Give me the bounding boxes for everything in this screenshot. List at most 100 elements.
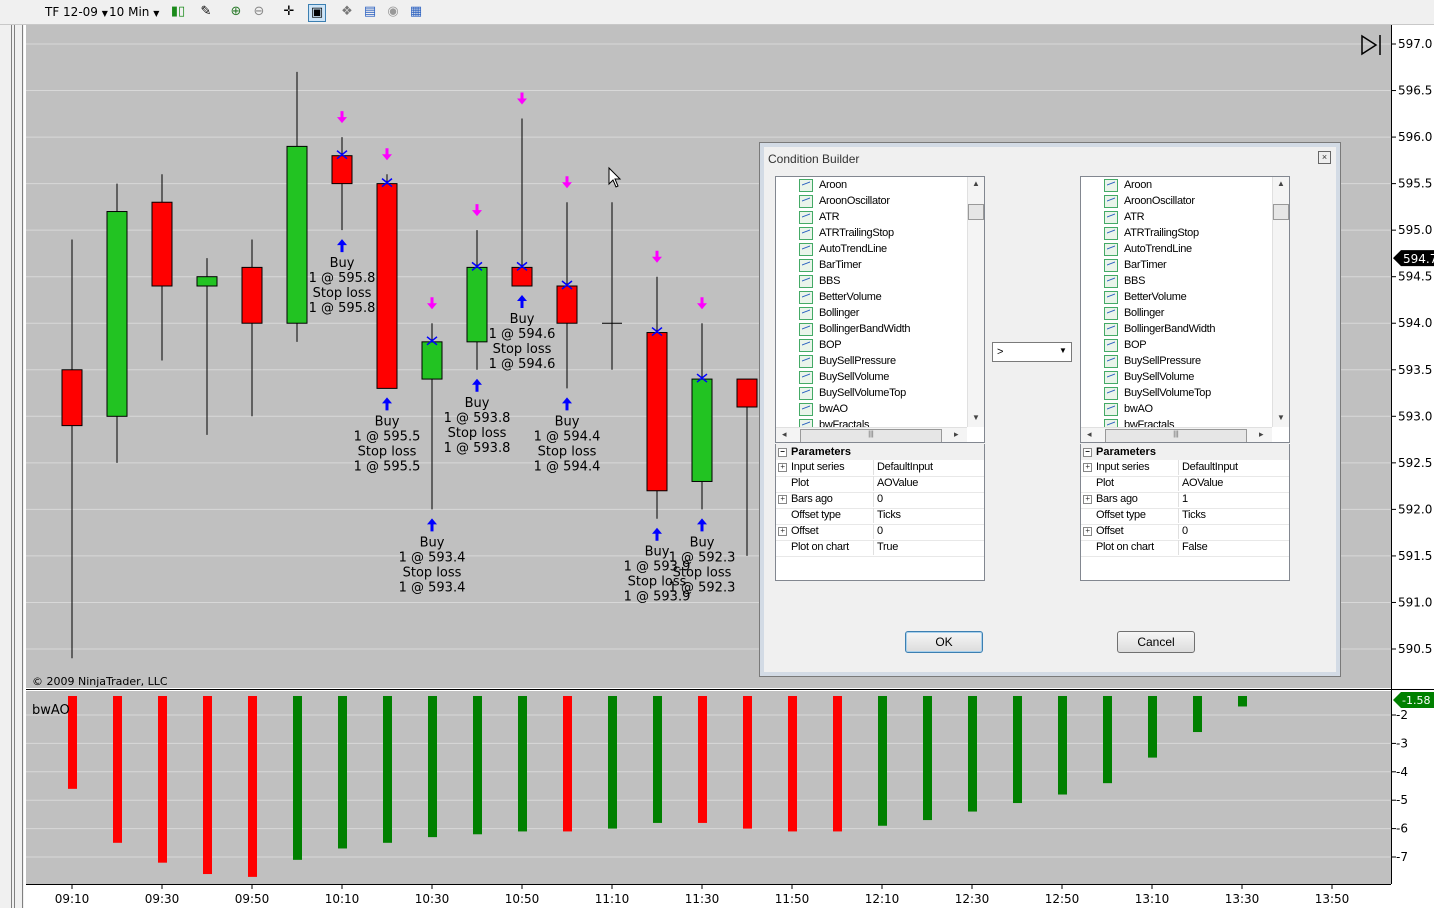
instrument-selector[interactable]: TF 12-09 ▼	[45, 3, 108, 21]
indicator-list-item[interactable]: BollingerBandWidth	[799, 321, 911, 337]
parameter-row[interactable]: + Offset 0	[776, 524, 984, 541]
properties-icon[interactable]: ◉	[385, 4, 401, 20]
collapse-icon[interactable]: −	[778, 448, 787, 457]
right-list-hscrollbar[interactable]: ◂ ||| ▸	[1081, 427, 1272, 442]
parameter-value[interactable]: True	[873, 540, 985, 555]
window-icon[interactable]: ▦	[408, 4, 424, 20]
expand-icon[interactable]: +	[1083, 495, 1092, 504]
indicator-list-item[interactable]: AutoTrendLine	[799, 241, 887, 257]
indicator-list-item[interactable]: BollingerBandWidth	[1104, 321, 1216, 337]
expand-icon[interactable]: +	[778, 527, 787, 536]
indicator-list-item[interactable]: BarTimer	[1104, 257, 1167, 273]
left-list-vscrollbar[interactable]: ▲ ▼	[967, 177, 984, 427]
parameter-row[interactable]: + Input series DefaultInput	[1081, 460, 1289, 477]
parameter-row[interactable]: + Offset 0	[1081, 524, 1289, 541]
parameter-value[interactable]: Ticks	[873, 508, 985, 523]
indicator-list-item[interactable]: BOP	[1104, 337, 1147, 353]
parameter-value[interactable]: 0	[873, 492, 985, 507]
indicator-list-item[interactable]: BuySellPressure	[799, 353, 896, 369]
parameters-header[interactable]: − Parameters	[1081, 444, 1289, 460]
right-list-vscrollbar[interactable]: ▲ ▼	[1272, 177, 1289, 427]
collapse-icon[interactable]: −	[1083, 448, 1092, 457]
parameter-row[interactable]: + Bars ago 1	[1081, 492, 1289, 509]
expand-icon[interactable]: +	[778, 495, 787, 504]
indicator-list-item[interactable]: BuySellVolumeTop	[1104, 385, 1211, 401]
scroll-up-icon[interactable]: ▲	[972, 179, 980, 188]
parameter-value[interactable]: Ticks	[1178, 508, 1290, 523]
right-indicator-list[interactable]: bwFractals bwAO BuySellVolumeTop BuySellVol…	[1080, 176, 1290, 443]
expand-icon[interactable]: +	[1083, 463, 1092, 472]
expand-icon[interactable]: +	[1083, 527, 1092, 536]
parameter-value[interactable]: DefaultInput	[1178, 460, 1290, 475]
parameter-value[interactable]: 1	[1178, 492, 1290, 507]
left-list-hscrollbar[interactable]: ◂ ||| ▸	[776, 427, 967, 442]
indicator-list-item[interactable]: BetterVolume	[799, 289, 882, 305]
draw-tool-icon[interactable]: ✎	[198, 4, 214, 20]
left-indicator-list[interactable]: bwFractals bwAO BuySellVolumeTop BuySellVol…	[775, 176, 985, 443]
scroll-left-icon[interactable]: ◂	[1087, 429, 1092, 440]
strategy-icon[interactable]: ❖	[339, 4, 355, 20]
indicator-list-item[interactable]: AutoTrendLine	[1104, 241, 1192, 257]
interval-selector[interactable]: 10 Min ▼	[109, 3, 159, 21]
parameter-row[interactable]: + Bars ago 0	[776, 492, 984, 509]
parameter-value[interactable]: 0	[873, 524, 985, 539]
indicator-list-item[interactable]: BuySellPressure	[1104, 353, 1201, 369]
parameter-row[interactable]: Offset type Ticks	[776, 508, 984, 525]
right-parameters-grid[interactable]: − Parameters + Input series DefaultInput Plo…	[1080, 444, 1290, 581]
zoom-in-icon[interactable]: ⊕	[228, 4, 244, 20]
parameter-value[interactable]: AOValue	[873, 476, 985, 491]
parameter-value[interactable]: AOValue	[1178, 476, 1290, 491]
data-box-icon[interactable]: ▣	[308, 4, 326, 22]
parameter-row[interactable]: Plot on chart True	[776, 540, 984, 557]
operator-select[interactable]: > ▼	[992, 342, 1072, 362]
indicator-list-item[interactable]: BetterVolume	[1104, 289, 1187, 305]
indicator-list-item[interactable]: BBS	[799, 273, 840, 289]
left-parameters-grid[interactable]: − Parameters + Input series DefaultInput Plo…	[775, 444, 985, 581]
parameter-value[interactable]: 0	[1178, 524, 1290, 539]
scroll-down-icon[interactable]: ▼	[1277, 413, 1285, 422]
indicator-list-item[interactable]: BuySellVolume	[1104, 369, 1194, 385]
indicator-list-item[interactable]: BBS	[1104, 273, 1145, 289]
indicator-list-item[interactable]: Bollinger	[1104, 305, 1164, 321]
candlestick-style-icon[interactable]: ▮▯	[170, 4, 186, 20]
indicator-list-item[interactable]: bwAO	[799, 401, 848, 417]
parameter-row[interactable]: Offset type Ticks	[1081, 508, 1289, 525]
crosshair-icon[interactable]: ✛	[281, 4, 297, 20]
indicator-list-item[interactable]: Aroon	[799, 177, 847, 193]
indicator-list-item[interactable]: Aroon	[1104, 177, 1152, 193]
indicator-list-item[interactable]: ATRTrailingStop	[1104, 225, 1199, 241]
close-icon[interactable]: ×	[1318, 151, 1331, 164]
expand-icon[interactable]: +	[778, 463, 787, 472]
indicator-list-item[interactable]: ATRTrailingStop	[799, 225, 894, 241]
scroll-thumb[interactable]: |||	[1105, 429, 1247, 442]
scroll-thumb[interactable]	[1273, 204, 1289, 220]
ok-button[interactable]: OK	[905, 631, 983, 653]
parameter-row[interactable]: Plot AOValue	[1081, 476, 1289, 493]
indicators-icon[interactable]: ▤	[362, 4, 378, 20]
scroll-up-icon[interactable]: ▲	[1277, 179, 1285, 188]
indicator-list-item[interactable]: AroonOscillator	[1104, 193, 1195, 209]
indicator-list-item[interactable]: BuySellVolumeTop	[799, 385, 906, 401]
scroll-right-icon[interactable]: ▸	[1259, 429, 1264, 440]
scroll-thumb[interactable]	[968, 204, 984, 220]
indicator-list-item[interactable]: Bollinger	[799, 305, 859, 321]
parameter-value[interactable]: False	[1178, 540, 1290, 555]
indicator-list-item[interactable]: BOP	[799, 337, 842, 353]
scroll-left-icon[interactable]: ◂	[782, 429, 787, 440]
indicator-list-item[interactable]: BuySellVolume	[799, 369, 889, 385]
scroll-down-icon[interactable]: ▼	[972, 413, 980, 422]
indicator-list-item[interactable]: ATR	[1104, 209, 1145, 225]
parameter-value[interactable]: DefaultInput	[873, 460, 985, 475]
zoom-out-icon[interactable]: ⊖	[251, 4, 267, 20]
parameter-row[interactable]: Plot AOValue	[776, 476, 984, 493]
cancel-button[interactable]: Cancel	[1117, 631, 1195, 653]
parameter-row[interactable]: Plot on chart False	[1081, 540, 1289, 557]
indicator-list-item[interactable]: bwAO	[1104, 401, 1153, 417]
scroll-thumb[interactable]: |||	[800, 429, 942, 442]
indicator-list-item[interactable]: AroonOscillator	[799, 193, 890, 209]
indicator-list-item[interactable]: BarTimer	[799, 257, 862, 273]
parameter-row[interactable]: + Input series DefaultInput	[776, 460, 984, 477]
scroll-right-icon[interactable]: ▸	[954, 429, 959, 440]
parameters-header[interactable]: − Parameters	[776, 444, 984, 460]
indicator-list-item[interactable]: ATR	[799, 209, 840, 225]
